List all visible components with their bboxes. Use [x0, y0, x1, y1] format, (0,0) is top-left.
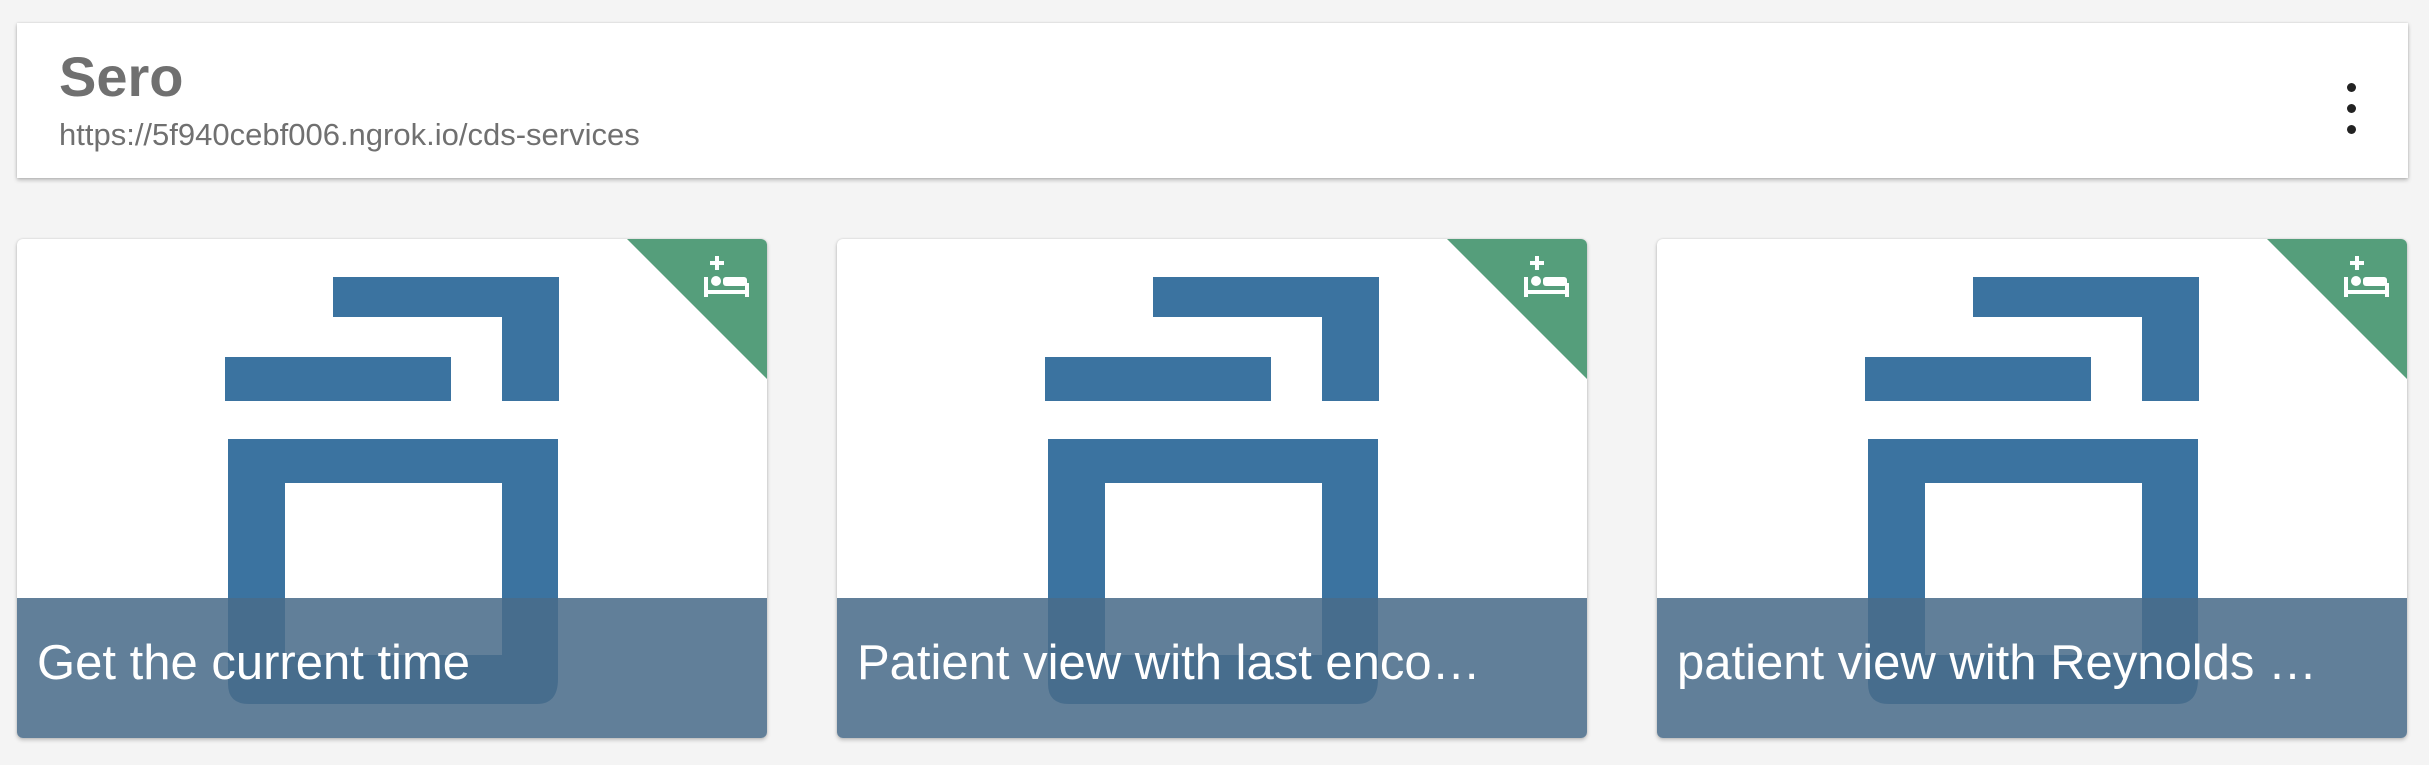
card-title: Get the current time	[37, 636, 471, 690]
card-title: patient view with Reynolds …	[1677, 636, 2318, 690]
page-title: Sero	[59, 45, 184, 108]
service-card[interactable]: patient view with Reynolds …	[1657, 239, 2407, 738]
hospital-bed-badge	[1447, 239, 1587, 379]
service-card[interactable]: Get the current time	[17, 239, 767, 738]
service-header: Sero https://5f940cebf006.ngrok.io/cds-s…	[17, 23, 2408, 178]
hospital-bed-badge	[627, 239, 767, 379]
card-caption: patient view with Reynolds …	[1657, 598, 2407, 738]
service-url: https://5f940cebf006.ngrok.io/cds-servic…	[59, 117, 640, 152]
hospital-bed-badge	[2267, 239, 2407, 379]
service-card[interactable]: Patient view with last enco…	[837, 239, 1587, 738]
more-menu-button[interactable]	[2334, 81, 2368, 137]
card-caption: Patient view with last enco…	[837, 598, 1587, 738]
card-title: Patient view with last enco…	[857, 636, 1481, 690]
card-caption: Get the current time	[17, 598, 767, 738]
